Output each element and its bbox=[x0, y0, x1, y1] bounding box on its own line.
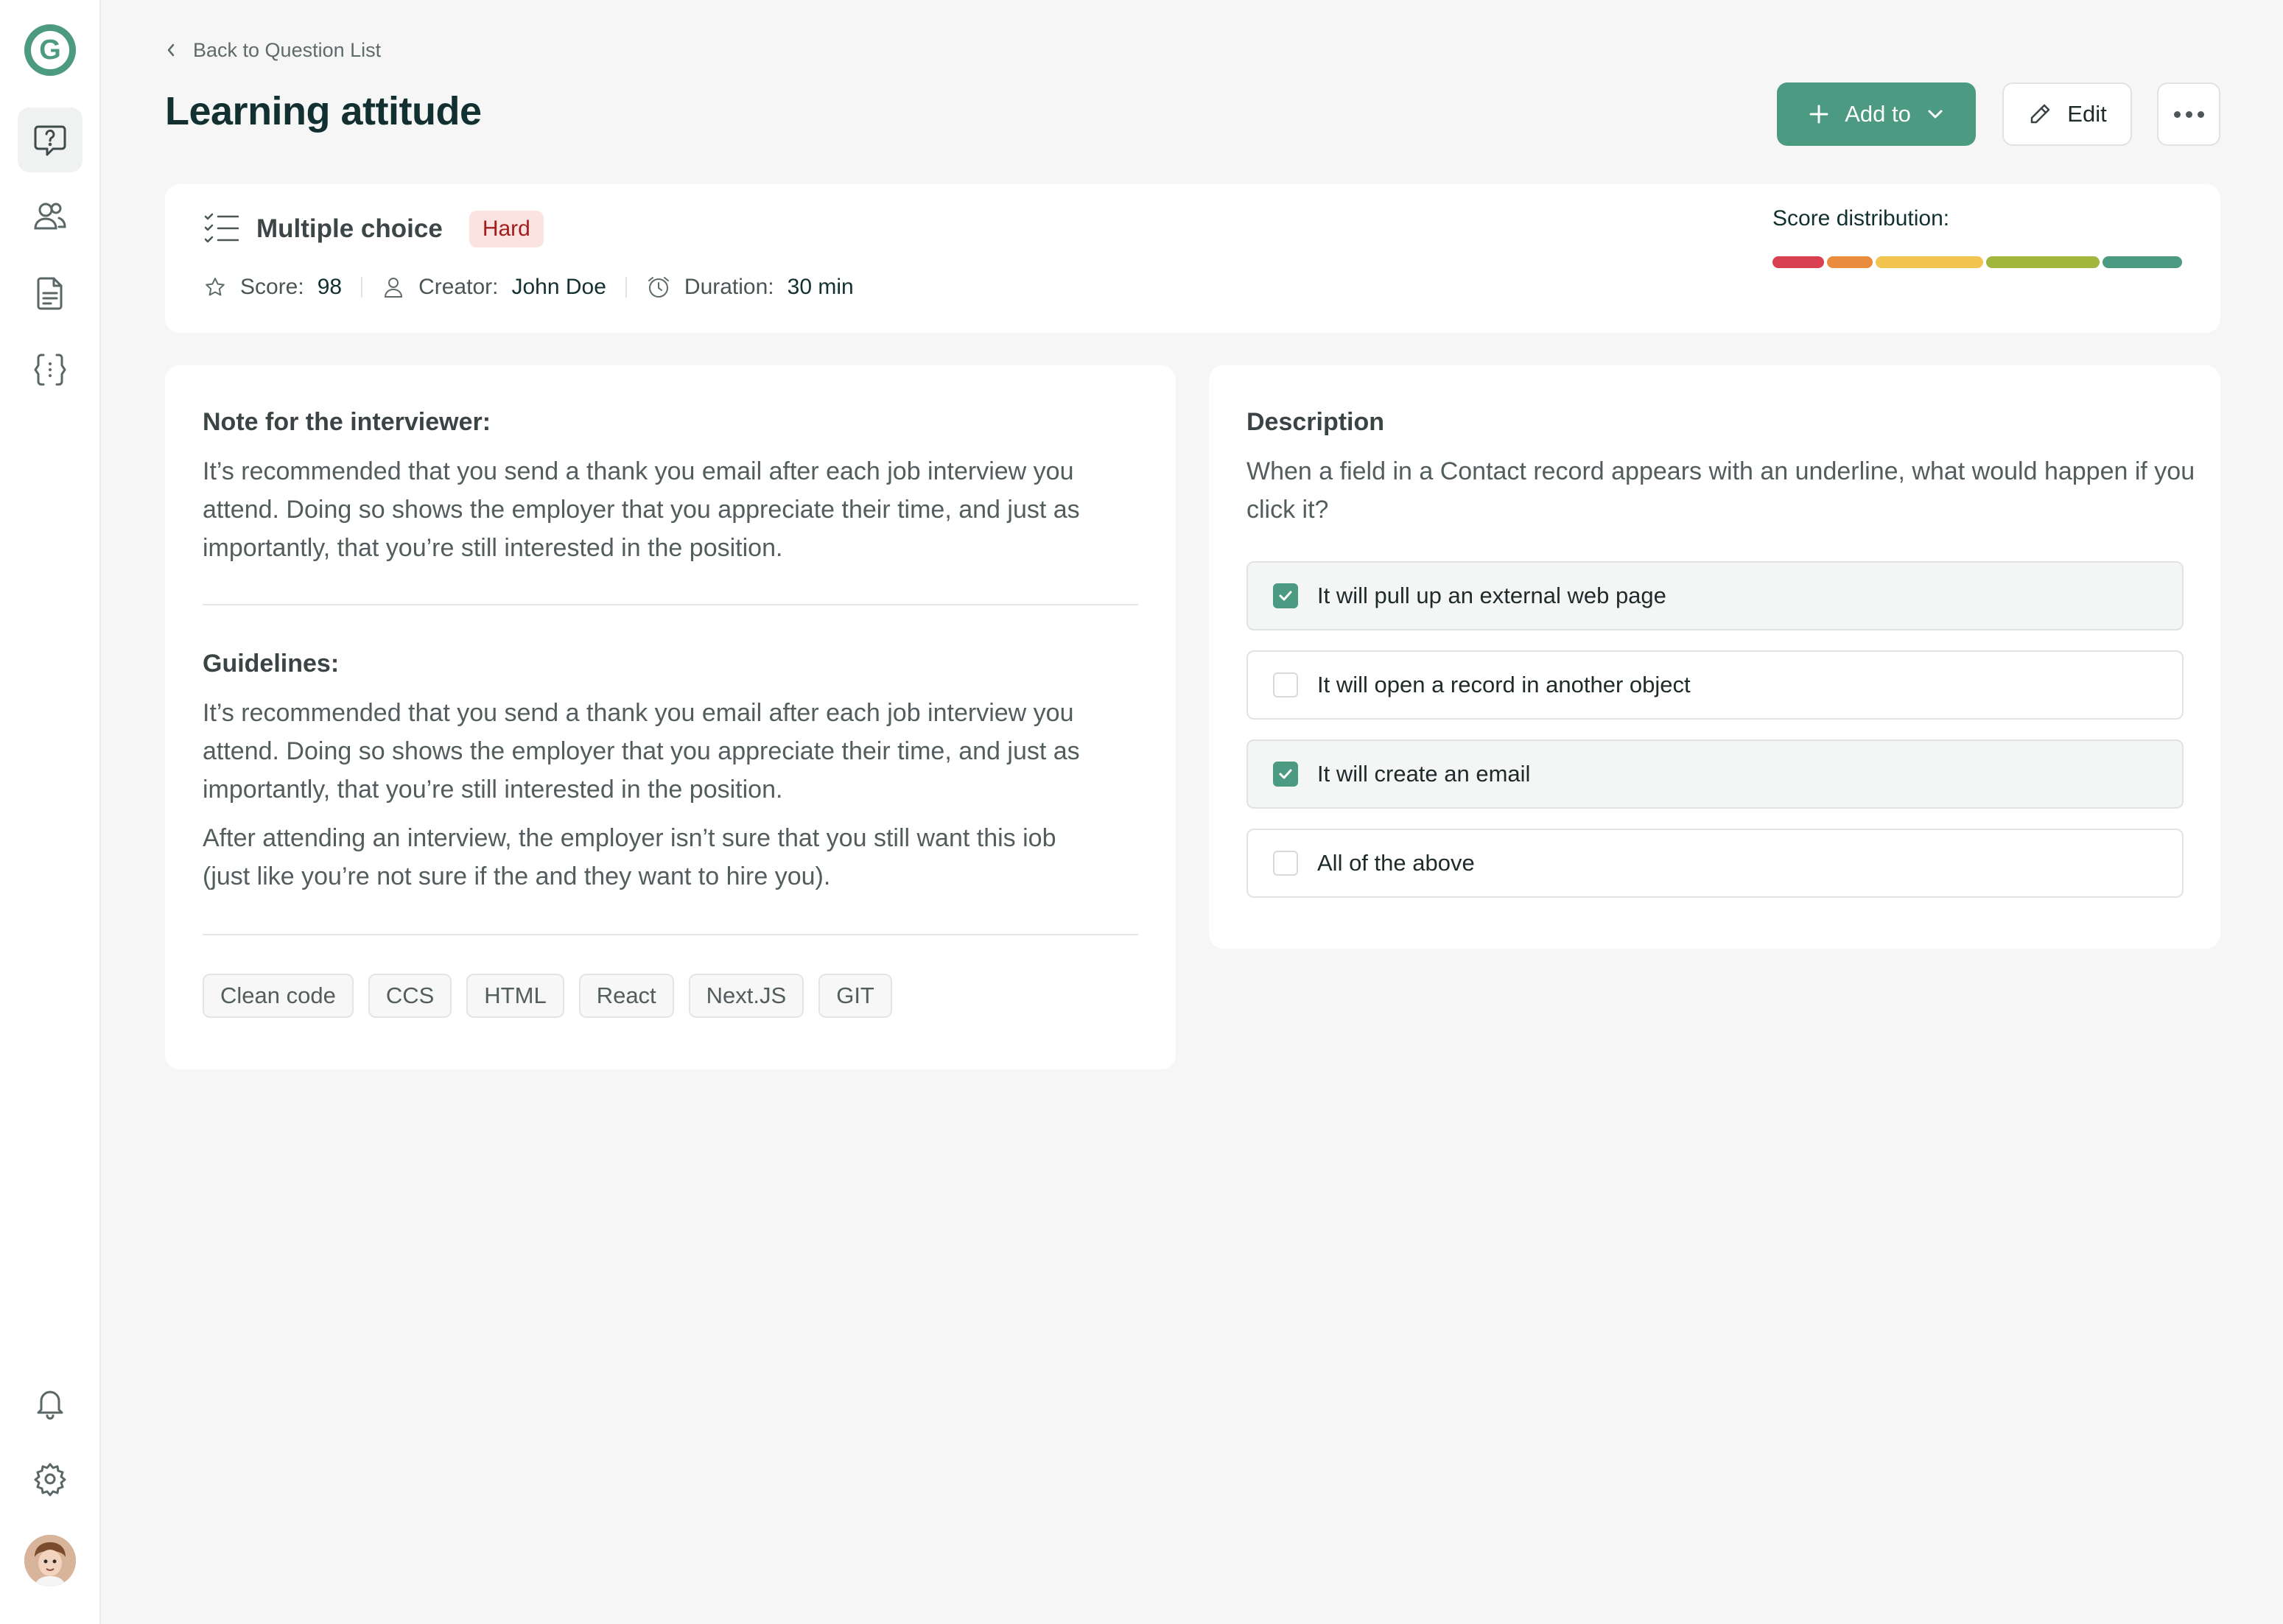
question-type-label: Multiple choice bbox=[256, 214, 443, 243]
edit-button[interactable]: Edit bbox=[2002, 82, 2132, 146]
answer-option[interactable]: It will create an email bbox=[1246, 739, 2184, 809]
answer-option-label: All of the above bbox=[1317, 850, 1475, 876]
description-card: Description When a field in a Contact re… bbox=[1209, 365, 2220, 949]
divider bbox=[203, 934, 1138, 935]
more-dot bbox=[2185, 110, 2192, 118]
guidelines-text: It’s recommended that you send a thank y… bbox=[203, 699, 1080, 804]
interviewer-note-text: It’s recommended that you send a thank y… bbox=[203, 457, 1080, 562]
question-meta: Score: 98 Creator: John Doe Duration: 30… bbox=[203, 273, 854, 302]
check-icon bbox=[1279, 591, 1292, 601]
answer-option[interactable]: All of the above bbox=[1246, 829, 2184, 898]
guidelines-text: After attending an interview, the employ… bbox=[203, 824, 1056, 890]
notes-card: Note for the interviewer: It’s recommend… bbox=[165, 365, 1176, 1069]
checkbox-unchecked[interactable] bbox=[1273, 851, 1298, 876]
meta-divider bbox=[361, 277, 363, 298]
score-segment-5 bbox=[2103, 256, 2182, 268]
description-heading: Description bbox=[1246, 408, 1385, 436]
chevron-left-icon bbox=[167, 43, 175, 57]
checkbox-checked[interactable] bbox=[1273, 762, 1298, 787]
score-segment-3 bbox=[1876, 256, 1983, 268]
tag[interactable]: Next.JS bbox=[688, 974, 804, 1018]
interviewer-note-heading: Note for the interviewer: bbox=[203, 408, 491, 436]
checklist-icon bbox=[204, 213, 239, 243]
users-icon bbox=[34, 203, 66, 230]
more-dot bbox=[2173, 110, 2181, 118]
sidebar-item-questions[interactable] bbox=[18, 108, 83, 172]
avatar[interactable] bbox=[24, 1535, 76, 1586]
score-distribution-bar bbox=[1772, 256, 2182, 268]
creator-label: Creator: bbox=[418, 275, 499, 299]
add-to-label: Add to bbox=[1845, 101, 1911, 127]
sidebar-item-notifications[interactable] bbox=[18, 1370, 83, 1435]
answer-option-label: It will pull up an external web page bbox=[1317, 583, 1666, 608]
answer-option-label: It will create an email bbox=[1317, 761, 1531, 787]
difficulty-badge: Hard bbox=[469, 211, 544, 247]
pencil-icon bbox=[2031, 104, 2050, 124]
guidelines-heading: Guidelines: bbox=[203, 650, 340, 678]
tag[interactable]: Clean code bbox=[203, 974, 354, 1018]
add-to-button[interactable]: Add to bbox=[1777, 82, 1976, 146]
score-meta: Score: 98 bbox=[203, 275, 342, 300]
score-distribution-label: Score distribution: bbox=[1772, 206, 1950, 231]
meta-divider bbox=[625, 277, 627, 298]
duration-meta: Duration: 30 min bbox=[646, 275, 854, 300]
question-type: Multiple choice Hard bbox=[203, 211, 544, 247]
sidebar-item-candidates[interactable] bbox=[18, 184, 83, 249]
score-label: Score: bbox=[240, 275, 304, 299]
plus-icon bbox=[1809, 105, 1828, 124]
page-title: Learning attitude bbox=[165, 89, 482, 133]
answer-option-label: It will open a record in another object bbox=[1317, 672, 1691, 697]
duration-label: Duration: bbox=[684, 275, 774, 299]
more-dot bbox=[2197, 110, 2204, 118]
answer-option[interactable]: It will open a record in another object bbox=[1246, 650, 2184, 720]
check-icon bbox=[1279, 769, 1292, 779]
duration-value: 30 min bbox=[787, 275, 854, 299]
score-segment-2 bbox=[1827, 256, 1873, 268]
gear-icon bbox=[34, 1463, 66, 1497]
user-icon bbox=[385, 278, 403, 298]
creator-value: John Doe bbox=[511, 275, 606, 299]
checkbox-unchecked[interactable] bbox=[1273, 672, 1298, 697]
sidebar: G bbox=[0, 0, 101, 1624]
tag[interactable]: React bbox=[578, 974, 674, 1018]
avatar-image bbox=[24, 1535, 76, 1586]
divider bbox=[203, 604, 1138, 605]
clock-icon bbox=[648, 277, 669, 298]
back-link-label: Back to Question List bbox=[193, 38, 382, 61]
creator-meta: Creator: John Doe bbox=[382, 275, 606, 300]
score-value: 98 bbox=[317, 275, 343, 299]
star-icon bbox=[206, 278, 225, 296]
logo-letter: G bbox=[31, 31, 69, 69]
sidebar-item-documents[interactable] bbox=[18, 261, 83, 326]
edit-label: Edit bbox=[2067, 101, 2107, 127]
chevron-down-icon bbox=[1928, 110, 1943, 119]
tag[interactable]: CCS bbox=[368, 974, 452, 1018]
tag[interactable]: GIT bbox=[818, 974, 892, 1018]
document-icon bbox=[37, 277, 63, 310]
back-link[interactable]: Back to Question List bbox=[165, 37, 381, 63]
score-segment-4 bbox=[1986, 256, 2100, 268]
sidebar-item-code[interactable] bbox=[18, 337, 83, 402]
bell-icon bbox=[37, 1391, 63, 1420]
logo[interactable]: G bbox=[24, 24, 76, 76]
answer-option[interactable]: It will pull up an external web page bbox=[1246, 561, 2184, 630]
score-segment-1 bbox=[1772, 256, 1824, 268]
checkbox-checked[interactable] bbox=[1273, 583, 1298, 608]
question-info-card: Multiple choice Hard Score: 98 Creator: … bbox=[165, 184, 2220, 333]
skill-tags: Clean code CCS HTML React Next.JS GIT bbox=[203, 974, 892, 1018]
code-braces-icon bbox=[34, 354, 66, 386]
tag[interactable]: HTML bbox=[466, 974, 564, 1018]
sidebar-item-settings[interactable] bbox=[18, 1447, 83, 1511]
more-options-button[interactable] bbox=[2157, 82, 2220, 146]
description-text: When a field in a Contact record appears… bbox=[1246, 457, 2195, 524]
question-chat-icon bbox=[34, 125, 66, 156]
